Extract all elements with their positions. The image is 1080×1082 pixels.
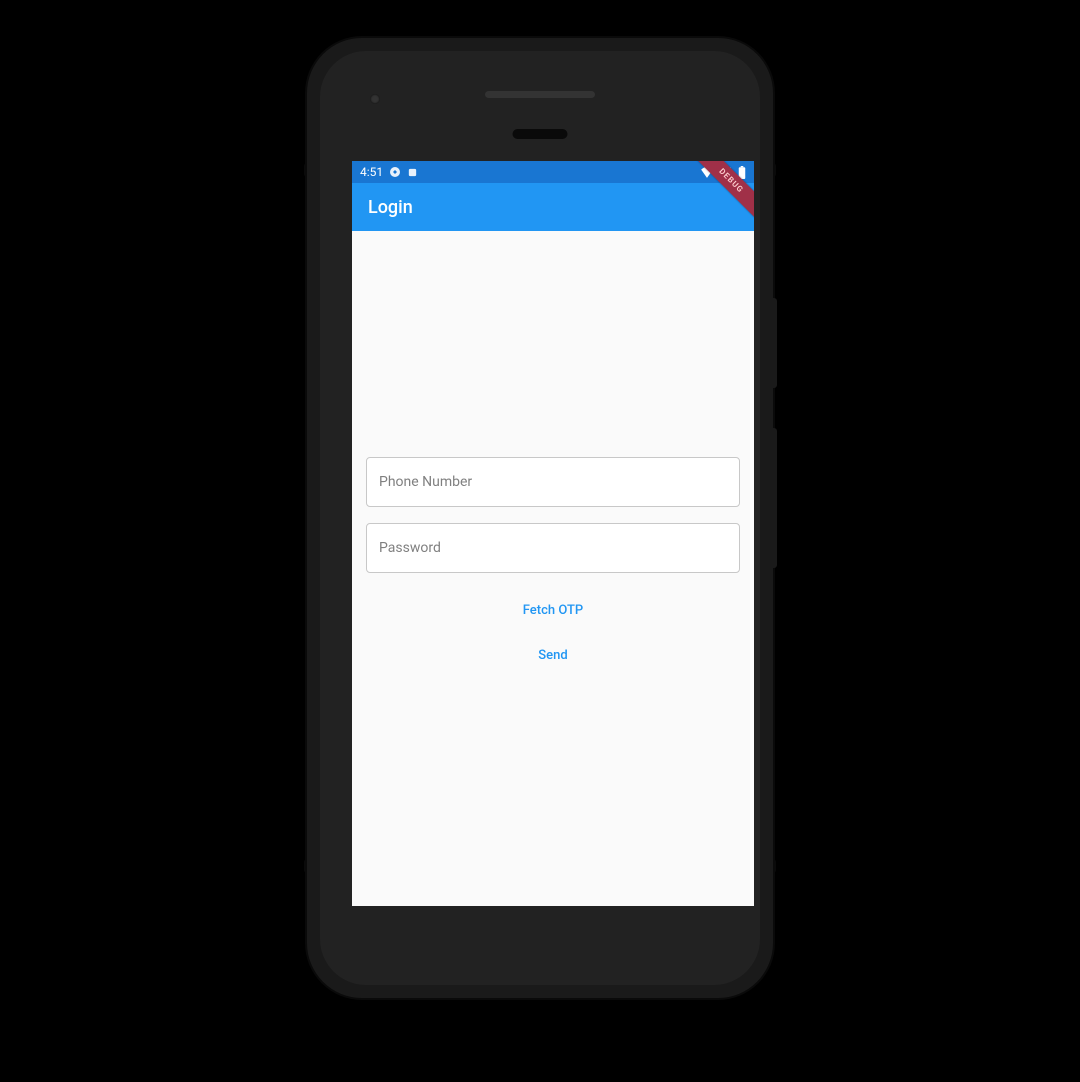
power-button [772,298,777,388]
antenna-band [773,859,776,873]
antenna-band [304,163,307,177]
wifi-icon [700,166,714,178]
status-left: 4:51 [360,165,418,179]
app-bar: Login [352,183,754,231]
volume-button [772,428,777,568]
login-form: Fetch OTP Send [366,457,740,673]
status-right [700,166,746,179]
antenna-band [304,859,307,873]
status-bar: 4:51 [352,161,754,183]
phone-bezel: 4:51 [320,51,760,985]
status-time: 4:51 [360,165,383,179]
antenna-band [773,163,776,177]
front-camera [370,94,380,104]
password-input[interactable] [366,523,740,573]
send-button[interactable]: Send [366,638,740,673]
fetch-otp-button[interactable]: Fetch OTP [366,593,740,628]
cellular-icon [720,166,732,178]
app-icon [407,167,418,178]
screen: 4:51 [352,161,754,906]
page-title: Login [368,197,413,218]
phone-number-input[interactable] [366,457,740,507]
phone-frame: 4:51 [307,38,773,998]
earpiece-speaker [485,91,595,98]
battery-icon [738,166,746,179]
sensor-slot [513,129,568,139]
content-area: Fetch OTP Send [352,231,754,906]
flutter-icon [389,166,401,178]
